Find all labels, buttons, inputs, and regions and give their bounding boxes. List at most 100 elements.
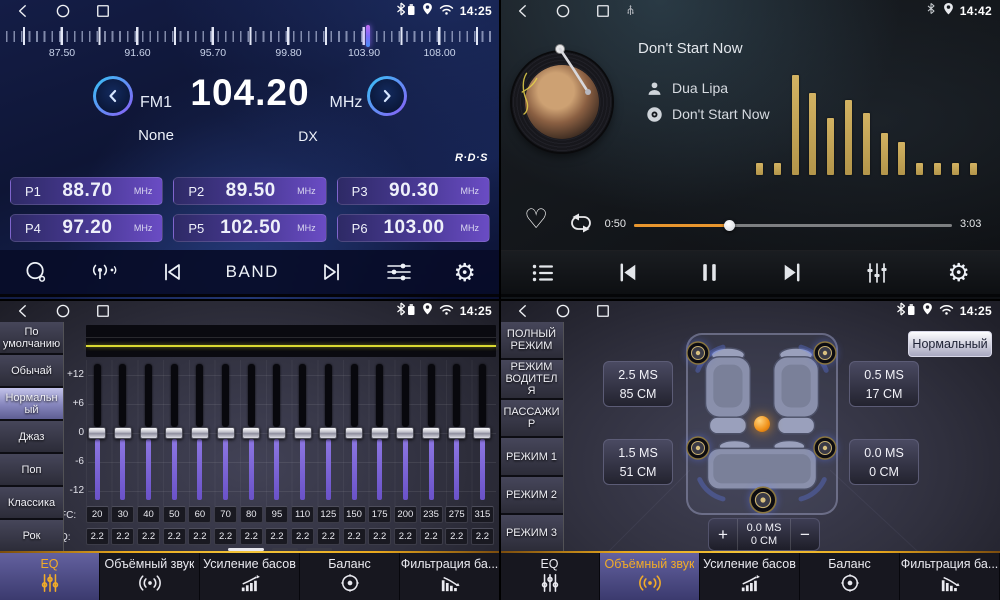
- next-track-icon[interactable]: [779, 260, 806, 285]
- playlist-icon[interactable]: [530, 261, 556, 285]
- fc-value[interactable]: 80: [240, 506, 263, 523]
- eq-band-slider[interactable]: [242, 427, 260, 439]
- recents-icon[interactable]: [94, 2, 112, 20]
- audio-settings-icon[interactable]: [385, 260, 413, 284]
- preset-p6[interactable]: P6103.00MHz: [337, 214, 490, 242]
- settings-gear-icon[interactable]: ⚙: [454, 260, 476, 285]
- fc-value[interactable]: 70: [214, 506, 237, 523]
- delay-increase-button[interactable]: +: [709, 519, 737, 550]
- tab-filter[interactable]: Фильтрация ба...: [900, 553, 1000, 600]
- eq-band-slider[interactable]: [422, 427, 440, 439]
- favorite-icon[interactable]: ♡: [524, 206, 548, 233]
- seek-down-button[interactable]: [93, 76, 133, 116]
- eq-band-slider[interactable]: [165, 427, 183, 439]
- tab-bass-boost[interactable]: Усиление басов: [700, 553, 800, 600]
- surround-mode-item[interactable]: ПОЛНЫЙ РЕЖИМ: [500, 322, 563, 360]
- eq-preset-item[interactable]: Нормальный: [0, 388, 63, 421]
- fc-value[interactable]: 175: [368, 506, 391, 523]
- eq-band-slider[interactable]: [371, 427, 389, 439]
- equalizer-icon[interactable]: [864, 261, 890, 285]
- eq-band-slider[interactable]: [217, 427, 235, 439]
- repeat-icon[interactable]: [566, 212, 596, 239]
- speaker-rear-left-icon[interactable]: [686, 436, 710, 460]
- eq-band-slider[interactable]: [140, 427, 158, 439]
- eq-band-slider[interactable]: [473, 427, 491, 439]
- eq-preset-item[interactable]: Классика: [0, 487, 63, 520]
- eq-band-slider[interactable]: [191, 427, 209, 439]
- eq-preset-item[interactable]: Джаз: [0, 421, 63, 454]
- preset-p2[interactable]: P289.50MHz: [173, 177, 326, 205]
- tab-eq[interactable]: EQ: [500, 553, 600, 600]
- album-art[interactable]: [512, 52, 612, 152]
- q-value[interactable]: 2.2: [368, 528, 391, 545]
- subwoofer-icon[interactable]: [749, 486, 777, 514]
- fc-value[interactable]: 125: [317, 506, 340, 523]
- progress-knob[interactable]: [724, 220, 735, 231]
- fc-value[interactable]: 150: [343, 506, 366, 523]
- speaker-front-left-icon[interactable]: [686, 341, 710, 365]
- speaker-front-right-icon[interactable]: [813, 341, 837, 365]
- eq-band-slider[interactable]: [88, 427, 106, 439]
- q-value[interactable]: 2.2: [265, 528, 288, 545]
- home-icon[interactable]: [54, 302, 72, 320]
- q-value[interactable]: 2.2: [291, 528, 314, 545]
- q-value[interactable]: 2.2: [343, 528, 366, 545]
- q-value[interactable]: 2.2: [394, 528, 417, 545]
- preset-p4[interactable]: P497.20MHz: [10, 214, 163, 242]
- tab-eq[interactable]: EQ: [0, 553, 100, 600]
- seek-up-button[interactable]: [367, 76, 407, 116]
- broadcast-icon[interactable]: [89, 260, 119, 284]
- next-station-icon[interactable]: [319, 260, 345, 284]
- q-value[interactable]: 2.2: [111, 528, 134, 545]
- delay-rear-right[interactable]: 0.0 MS 0 CM: [849, 439, 919, 485]
- fc-value[interactable]: 315: [471, 506, 494, 523]
- eq-band-slider[interactable]: [268, 427, 286, 439]
- listener-position-indicator[interactable]: [754, 416, 770, 432]
- q-value[interactable]: 2.2: [445, 528, 468, 545]
- surround-mode-item[interactable]: РЕЖИМ 3: [500, 515, 563, 553]
- surround-mode-item[interactable]: ПАССАЖИР: [500, 400, 563, 438]
- fc-value[interactable]: 40: [137, 506, 160, 523]
- fc-value[interactable]: 60: [188, 506, 211, 523]
- home-icon[interactable]: [54, 2, 72, 20]
- tab-bass-boost[interactable]: Усиление басов: [200, 553, 300, 600]
- eq-preset-item[interactable]: По умолчанию: [0, 322, 63, 355]
- tab-balance[interactable]: Баланс: [300, 553, 400, 600]
- q-value[interactable]: 2.2: [188, 528, 211, 545]
- delay-front-left[interactable]: 2.5 MS 85 CM: [603, 361, 673, 407]
- home-icon[interactable]: [554, 2, 572, 20]
- eq-band-slider[interactable]: [448, 427, 466, 439]
- surround-mode-item[interactable]: РЕЖИМ 2: [500, 477, 563, 515]
- tab-filter[interactable]: Фильтрация ба...: [400, 553, 500, 600]
- eq-band-slider[interactable]: [294, 427, 312, 439]
- band-button[interactable]: BAND: [226, 262, 279, 282]
- fc-value[interactable]: 50: [163, 506, 186, 523]
- tab-surround-sound[interactable]: Объёмный звук: [100, 553, 200, 600]
- fc-value[interactable]: 95: [265, 506, 288, 523]
- scan-icon[interactable]: [24, 260, 49, 285]
- eq-preset-item[interactable]: Поп: [0, 454, 63, 487]
- q-value[interactable]: 2.2: [317, 528, 340, 545]
- q-value[interactable]: 2.2: [214, 528, 237, 545]
- delay-front-right[interactable]: 0.5 MS 17 CM: [849, 361, 919, 407]
- eq-preset-item[interactable]: Обычай: [0, 355, 63, 388]
- q-value[interactable]: 2.2: [471, 528, 494, 545]
- back-icon[interactable]: [514, 2, 532, 20]
- q-value[interactable]: 2.2: [86, 528, 109, 545]
- previous-track-icon[interactable]: [614, 260, 641, 285]
- q-value[interactable]: 2.2: [240, 528, 263, 545]
- q-value[interactable]: 2.2: [137, 528, 160, 545]
- eq-band-slider[interactable]: [396, 427, 414, 439]
- back-icon[interactable]: [14, 2, 32, 20]
- back-icon[interactable]: [14, 302, 32, 320]
- pause-icon[interactable]: [698, 260, 721, 285]
- recents-icon[interactable]: [594, 302, 612, 320]
- previous-station-icon[interactable]: [159, 260, 185, 284]
- eq-band-slider[interactable]: [319, 427, 337, 439]
- fc-value[interactable]: 20: [86, 506, 109, 523]
- eq-band-slider[interactable]: [345, 427, 363, 439]
- home-icon[interactable]: [554, 302, 572, 320]
- q-value[interactable]: 2.2: [420, 528, 443, 545]
- preset-p1[interactable]: P188.70MHz: [10, 177, 163, 205]
- tab-surround-sound[interactable]: Объёмный звук: [600, 553, 700, 600]
